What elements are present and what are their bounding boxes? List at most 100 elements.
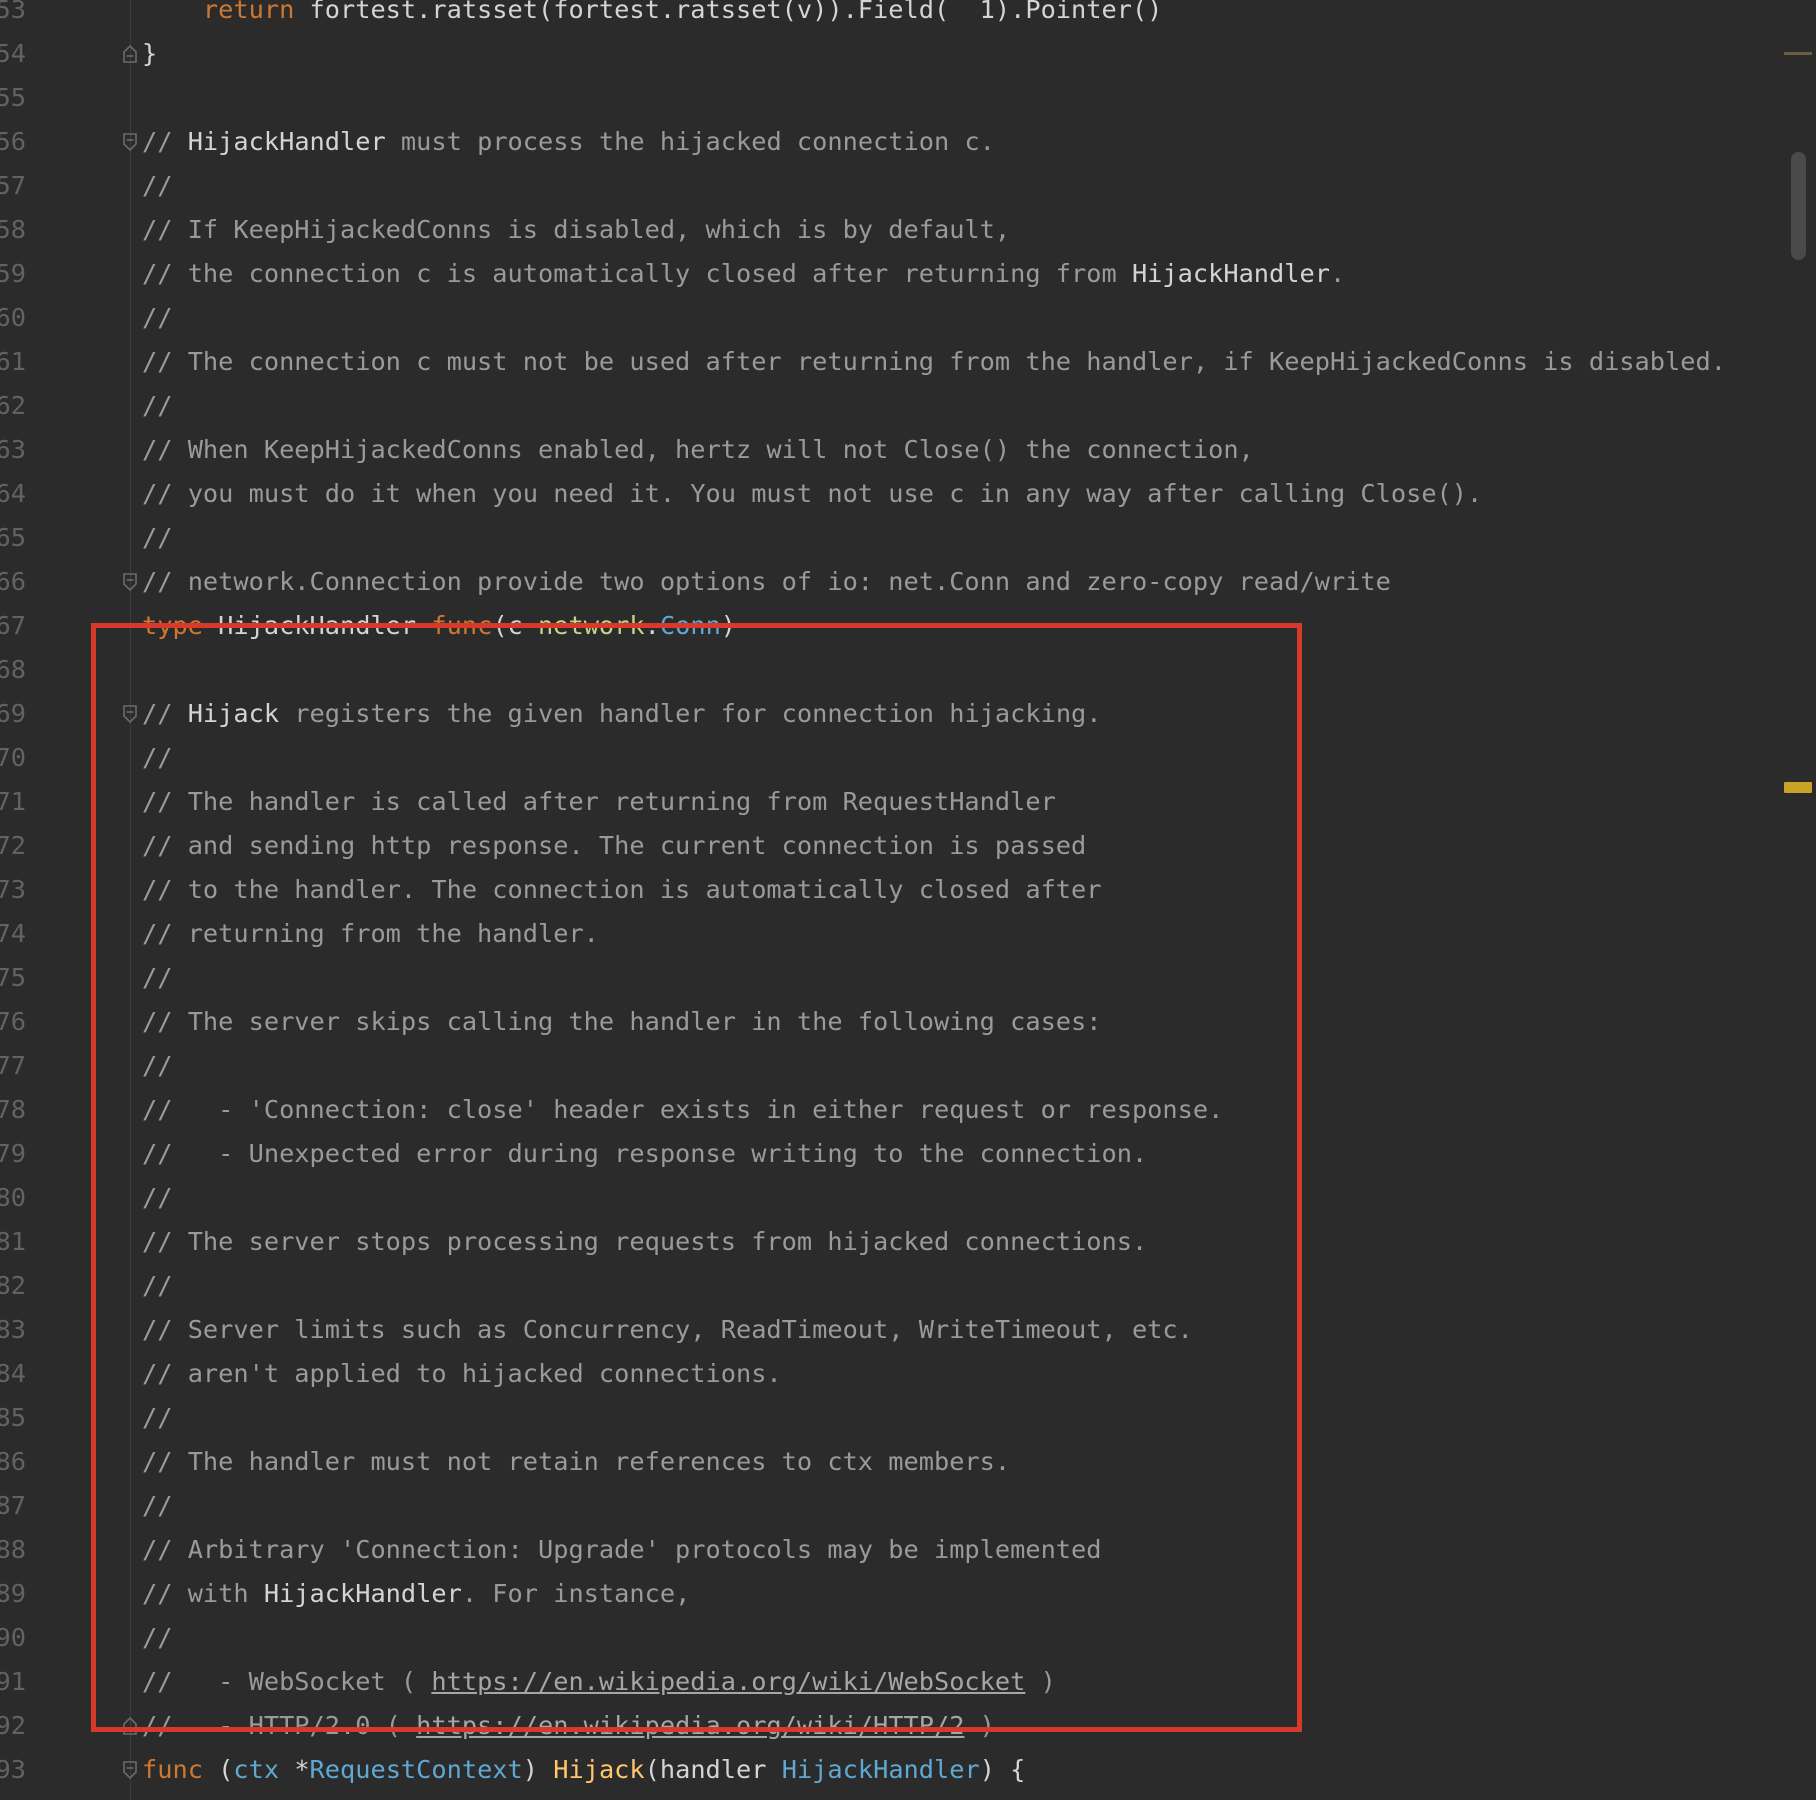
line-code[interactable]: // returning from the handler.	[142, 912, 599, 956]
line-number[interactable]: 92	[0, 1704, 26, 1748]
code-line[interactable]: 72 // and sending http response. The curr…	[0, 824, 1780, 868]
code-line[interactable]: 91 // - WebSocket ( https://en.wikipedia.…	[0, 1660, 1780, 1704]
line-number[interactable]: 67	[0, 604, 26, 648]
line-code[interactable]: //	[142, 1484, 172, 1528]
line-code[interactable]: return fortest.ratsset(fortest.ratsset(v…	[142, 0, 1163, 32]
code-line[interactable]: 64 // you must do it when you need it. Yo…	[0, 472, 1780, 516]
line-code[interactable]: // Hijack registers the given handler fo…	[142, 692, 1102, 736]
line-code[interactable]: }	[142, 32, 157, 76]
line-number[interactable]: 61	[0, 340, 26, 384]
code-line[interactable]: 76 // The server skips calling the handle…	[0, 1000, 1780, 1044]
line-code[interactable]: // The handler must not retain reference…	[142, 1440, 1010, 1484]
code-line[interactable]: 69 // Hijack registers the given handler …	[0, 692, 1780, 736]
line-number[interactable]: 87	[0, 1484, 26, 1528]
warning-stripe-marker[interactable]	[1784, 782, 1812, 793]
code-line[interactable]: 70 //	[0, 736, 1780, 780]
line-code[interactable]: //	[142, 1616, 172, 1660]
line-number[interactable]: 80	[0, 1176, 26, 1220]
fold-end-icon[interactable]	[122, 44, 138, 64]
line-code[interactable]: // aren't applied to hijacked connection…	[142, 1352, 782, 1396]
line-number[interactable]: 81	[0, 1220, 26, 1264]
line-code[interactable]: // with HijackHandler. For instance,	[142, 1572, 690, 1616]
line-number[interactable]: 86	[0, 1440, 26, 1484]
code-line[interactable]: 75 //	[0, 956, 1780, 1000]
code-editor[interactable]: 53 return fortest.ratsset(fortest.ratsse…	[0, 0, 1816, 1800]
code-line[interactable]: 53 return fortest.ratsset(fortest.ratsse…	[0, 0, 1780, 32]
line-code[interactable]: // HijackHandler must process the hijack…	[142, 120, 995, 164]
fold-end-icon[interactable]	[122, 1716, 138, 1736]
code-line[interactable]: 77 //	[0, 1044, 1780, 1088]
code-line[interactable]: 85 //	[0, 1396, 1780, 1440]
line-number[interactable]: 69	[0, 692, 26, 736]
line-code[interactable]: // - Unexpected error during response wr…	[142, 1132, 1147, 1176]
code-line[interactable]: 79 // - Unexpected error during response …	[0, 1132, 1780, 1176]
code-line[interactable]: 71 // The handler is called after returni…	[0, 780, 1780, 824]
line-code[interactable]: // - HTTP/2.0 ( https://en.wikipedia.org…	[142, 1704, 995, 1748]
fold-start-icon[interactable]	[122, 132, 138, 152]
vertical-scrollbar-thumb[interactable]	[1791, 152, 1806, 260]
line-code[interactable]: // the connection c is automatically clo…	[142, 252, 1345, 296]
code-line[interactable]: 81 // The server stops processing request…	[0, 1220, 1780, 1264]
code-line[interactable]: 58 // If KeepHijackedConns is disabled, w…	[0, 208, 1780, 252]
line-code[interactable]: // If KeepHijackedConns is disabled, whi…	[142, 208, 1010, 252]
code-line[interactable]: 67 type HijackHandler func(c network.Conn…	[0, 604, 1780, 648]
line-number[interactable]: 85	[0, 1396, 26, 1440]
line-number[interactable]: 89	[0, 1572, 26, 1616]
code-line[interactable]: 83 // Server limits such as Concurrency, …	[0, 1308, 1780, 1352]
code-line[interactable]: 61 // The connection c must not be used a…	[0, 340, 1780, 384]
vertical-scrollbar-track[interactable]	[1788, 0, 1816, 1800]
code-line[interactable]: 93 func (ctx *RequestContext) Hijack(hand…	[0, 1748, 1780, 1792]
line-code[interactable]: // The handler is called after returning…	[142, 780, 1056, 824]
line-code[interactable]: ctx.hijackHandler = handler	[142, 1792, 614, 1800]
line-number[interactable]: 88	[0, 1528, 26, 1572]
line-code[interactable]: //	[142, 1396, 172, 1440]
line-number[interactable]: 63	[0, 428, 26, 472]
code-line[interactable]: 60 //	[0, 296, 1780, 340]
code-line[interactable]: 73 // to the handler. The connection is a…	[0, 868, 1780, 912]
code-line[interactable]: 56 // HijackHandler must process the hija…	[0, 120, 1780, 164]
line-code[interactable]: //	[142, 736, 172, 780]
line-number[interactable]: 68	[0, 648, 26, 692]
code-line[interactable]: 65 //	[0, 516, 1780, 560]
line-number[interactable]: 77	[0, 1044, 26, 1088]
line-code[interactable]: type HijackHandler func(c network.Conn)	[142, 604, 736, 648]
code-line[interactable]: 59 // the connection c is automatically c…	[0, 252, 1780, 296]
line-code[interactable]: // The connection c must not be used aft…	[142, 340, 1726, 384]
code-line[interactable]: 55	[0, 76, 1780, 120]
line-number[interactable]: 79	[0, 1132, 26, 1176]
code-line[interactable]: 90 //	[0, 1616, 1780, 1660]
line-number[interactable]: 83	[0, 1308, 26, 1352]
line-number[interactable]: 74	[0, 912, 26, 956]
line-number[interactable]: 94	[0, 1792, 26, 1800]
code-line[interactable]: 57 //	[0, 164, 1780, 208]
line-number[interactable]: 59	[0, 252, 26, 296]
fold-start-icon[interactable]	[122, 1760, 138, 1780]
line-number[interactable]: 57	[0, 164, 26, 208]
line-number[interactable]: 84	[0, 1352, 26, 1396]
line-code[interactable]: // - WebSocket ( https://en.wikipedia.or…	[142, 1660, 1056, 1704]
line-number[interactable]: 82	[0, 1264, 26, 1308]
line-code[interactable]: //	[142, 956, 172, 1000]
line-code[interactable]: //	[142, 1264, 172, 1308]
line-code[interactable]: // The server skips calling the handler …	[142, 1000, 1102, 1044]
code-line[interactable]: 74 // returning from the handler.	[0, 912, 1780, 956]
doc-link[interactable]: https://en.wikipedia.org/wiki/HTTP/2	[416, 1711, 964, 1740]
line-code[interactable]: // network.Connection provide two option…	[142, 560, 1391, 604]
line-number[interactable]: 75	[0, 956, 26, 1000]
line-code[interactable]: //	[142, 296, 172, 340]
line-code[interactable]: //	[142, 1044, 172, 1088]
error-stripe-marker[interactable]	[1784, 52, 1812, 55]
line-code[interactable]: // - 'Connection: close' header exists i…	[142, 1088, 1223, 1132]
line-number[interactable]: 53	[0, 0, 26, 32]
code-line[interactable]: 62 //	[0, 384, 1780, 428]
code-line[interactable]: 88 // Arbitrary 'Connection: Upgrade' pro…	[0, 1528, 1780, 1572]
line-number[interactable]: 71	[0, 780, 26, 824]
line-code[interactable]: // to the handler. The connection is aut…	[142, 868, 1102, 912]
code-line[interactable]: 78 // - 'Connection: close' header exists…	[0, 1088, 1780, 1132]
line-number[interactable]: 72	[0, 824, 26, 868]
line-number[interactable]: 62	[0, 384, 26, 428]
code-line[interactable]: 66 // network.Connection provide two opti…	[0, 560, 1780, 604]
line-number[interactable]: 60	[0, 296, 26, 340]
line-number[interactable]: 58	[0, 208, 26, 252]
code-line[interactable]: 84 // aren't applied to hijacked connecti…	[0, 1352, 1780, 1396]
